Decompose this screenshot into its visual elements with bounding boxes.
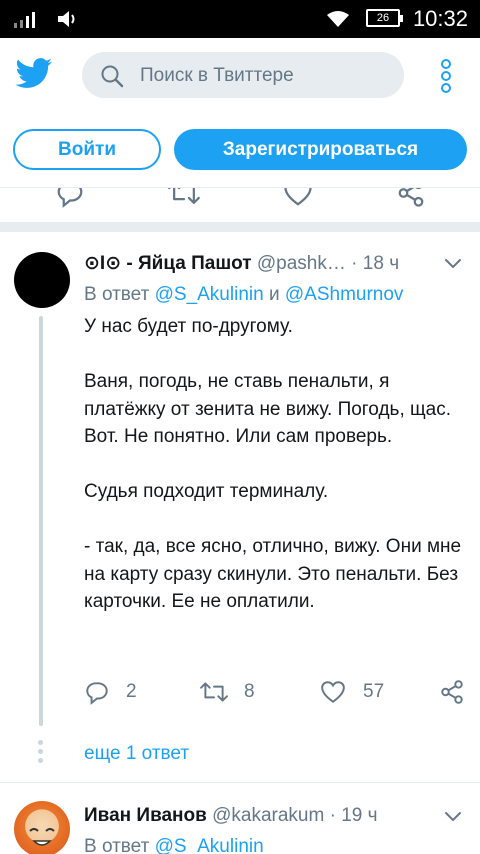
thread-line bbox=[39, 316, 43, 726]
reply-prefix: В ответ bbox=[84, 836, 150, 854]
search-input[interactable]: Поиск в Твиттере bbox=[82, 52, 404, 98]
reply-and: и bbox=[268, 284, 280, 305]
like-count: 57 bbox=[363, 681, 385, 702]
like-button[interactable]: 57 bbox=[319, 677, 384, 707]
chevron-down-icon[interactable] bbox=[444, 258, 462, 270]
search-placeholder: Поиск в Твиттере bbox=[140, 65, 294, 86]
status-bar: 26 10:32 bbox=[0, 0, 480, 38]
tweet[interactable]: Иван Иванов @kakarakum · 19 ч В ответ @S… bbox=[0, 783, 480, 854]
reply-prefix: В ответ bbox=[84, 284, 150, 305]
share-button[interactable] bbox=[439, 677, 480, 707]
tweet-paragraph: - так, да, все ясно, отлично, вижу. Они … bbox=[84, 536, 462, 612]
replying-to: В ответ @S_Akulinin и @AShmurnov bbox=[84, 284, 403, 306]
reply-count: 2 bbox=[126, 681, 137, 702]
volume-icon bbox=[58, 11, 75, 27]
avatar[interactable] bbox=[14, 252, 70, 308]
avatar-image bbox=[29, 828, 55, 846]
retweet-icon[interactable] bbox=[168, 188, 200, 208]
auth-bar: Войти Зарегистрироваться bbox=[0, 112, 480, 188]
signup-button[interactable]: Зарегистрироваться bbox=[174, 129, 467, 170]
tweet-time[interactable]: 18 ч bbox=[363, 253, 399, 274]
chevron-down-icon[interactable] bbox=[444, 811, 462, 823]
tweet-header: Иван Иванов @kakarakum · 19 ч bbox=[84, 805, 378, 827]
more-vertical-icon[interactable] bbox=[436, 59, 456, 93]
separator: · bbox=[329, 805, 336, 826]
avatar[interactable] bbox=[14, 801, 70, 854]
signal-icon bbox=[14, 12, 35, 28]
retweet-icon bbox=[200, 682, 228, 702]
separator: · bbox=[351, 253, 358, 274]
tweet-paragraph: Ваня, погодь, не ставь пенальти, я платё… bbox=[84, 371, 451, 447]
tweet-header: ⊙I⊙ - Яйца Пашот @pashk… · 18 ч bbox=[84, 252, 464, 278]
like-icon bbox=[321, 681, 345, 703]
reply-icon bbox=[86, 682, 108, 705]
reply-icon[interactable] bbox=[55, 188, 85, 208]
battery-icon: 26 bbox=[366, 9, 403, 27]
author-handle[interactable]: @pashk… bbox=[257, 253, 346, 274]
replying-to: В ответ @S_Akulinin bbox=[84, 836, 264, 854]
twitter-logo-icon[interactable] bbox=[15, 58, 53, 89]
search-icon bbox=[101, 65, 124, 88]
tweet-text: У нас будет по-другому. Ваня, погодь, не… bbox=[84, 313, 464, 616]
app-header: Поиск в Твиттере bbox=[0, 38, 480, 112]
mention-link[interactable]: @AShmurnov bbox=[285, 284, 404, 305]
share-icon bbox=[441, 680, 463, 704]
like-icon[interactable] bbox=[283, 188, 313, 208]
previous-tweet-actions bbox=[0, 188, 480, 222]
tweet[interactable]: еще 1 ответ ⊙I⊙ - Яйца Пашот @pashk… · 1… bbox=[0, 232, 480, 782]
login-button[interactable]: Войти bbox=[13, 129, 161, 170]
divider bbox=[0, 222, 480, 232]
tweet-paragraph: У нас будет по-другому. bbox=[84, 316, 293, 337]
reply-button[interactable]: 2 bbox=[84, 677, 137, 707]
mention-link[interactable]: @S_Akulinin bbox=[155, 284, 264, 305]
wifi-icon bbox=[327, 11, 349, 27]
retweet-button[interactable]: 8 bbox=[200, 677, 255, 707]
thread-dots bbox=[38, 740, 43, 767]
clock: 10:32 bbox=[412, 6, 468, 31]
author-name[interactable]: Иван Иванов bbox=[84, 805, 207, 826]
author-name[interactable]: ⊙I⊙ - Яйца Пашот bbox=[84, 253, 252, 274]
battery-level: 26 bbox=[376, 12, 390, 24]
share-icon[interactable] bbox=[396, 188, 426, 208]
tweet-actions: 2 8 57 bbox=[84, 677, 474, 707]
retweet-count: 8 bbox=[244, 681, 255, 702]
mention-link[interactable]: @S_Akulinin bbox=[155, 836, 264, 854]
more-replies-link[interactable]: еще 1 ответ bbox=[84, 743, 189, 765]
author-handle[interactable]: @kakarakum bbox=[212, 805, 324, 826]
tweet-time[interactable]: 19 ч bbox=[341, 805, 377, 826]
tweet-paragraph: Судья подходит терминалу. bbox=[84, 481, 329, 502]
